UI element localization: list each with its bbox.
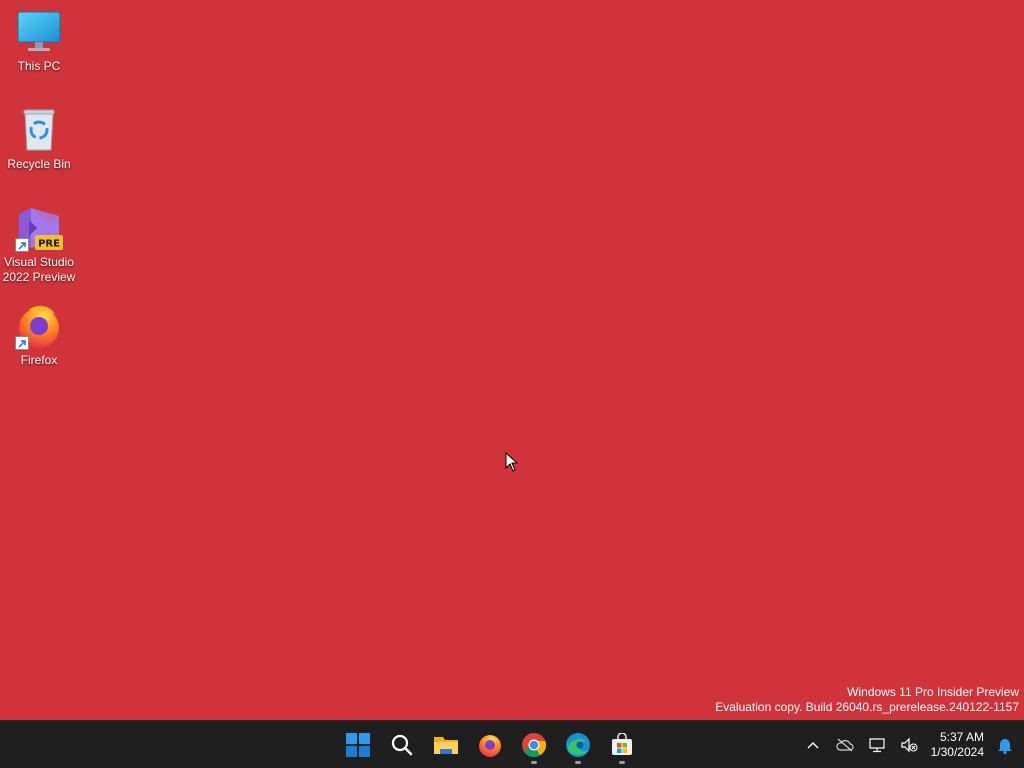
network-button[interactable] xyxy=(861,725,893,765)
chrome-taskbar-button[interactable] xyxy=(514,725,554,765)
start-button[interactable] xyxy=(338,725,378,765)
desktop[interactable]: This PC Recycle Bin PRE Visual Studio 20… xyxy=(0,0,1024,720)
taskbar-apps xyxy=(336,721,644,768)
system-tray: 5:37 AM 1/30/2024 xyxy=(797,721,1024,768)
search-button[interactable] xyxy=(382,725,422,765)
notifications-button[interactable] xyxy=(992,725,1018,765)
recycle-bin-icon xyxy=(15,106,63,154)
volume-button[interactable] xyxy=(893,725,925,765)
folder-icon xyxy=(434,737,458,754)
running-indicator xyxy=(575,761,581,764)
running-indicator xyxy=(619,761,625,764)
store-taskbar-button[interactable] xyxy=(602,725,642,765)
volume-muted-icon xyxy=(901,737,918,753)
shortcut-arrow-icon xyxy=(15,336,29,350)
shortcut-arrow-icon xyxy=(15,238,29,252)
chevron-up-icon xyxy=(807,742,819,749)
running-indicator xyxy=(531,761,537,764)
monitor-icon xyxy=(15,8,63,56)
watermark-line-2: Evaluation copy. Build 26040.rs_prerelea… xyxy=(715,700,1019,714)
taskbar: 5:37 AM 1/30/2024 xyxy=(0,720,1024,768)
file-explorer-button[interactable] xyxy=(426,725,466,765)
network-icon xyxy=(869,738,885,753)
desktop-icon-firefox[interactable]: Firefox xyxy=(0,302,78,368)
desktop-icon-recycle-bin[interactable]: Recycle Bin xyxy=(0,106,78,172)
bell-icon xyxy=(998,739,1012,754)
firefox-icon xyxy=(479,735,501,757)
chrome-icon xyxy=(522,733,547,758)
firefox-icon xyxy=(15,302,63,350)
onedrive-cloud-icon xyxy=(836,738,854,752)
edge-taskbar-button[interactable] xyxy=(558,725,598,765)
evaluation-watermark: Windows 11 Pro Insider Preview Evaluatio… xyxy=(715,685,1019,715)
mouse-pointer-icon xyxy=(505,451,519,477)
firefox-taskbar-button[interactable] xyxy=(470,725,510,765)
desktop-icon-label: Visual Studio 2022 Preview xyxy=(2,255,76,284)
store-icon xyxy=(612,733,632,755)
show-hidden-icons-button[interactable] xyxy=(797,725,829,765)
clock[interactable]: 5:37 AM 1/30/2024 xyxy=(925,730,992,760)
desktop-icon-visual-studio-preview[interactable]: PRE Visual Studio 2022 Preview xyxy=(0,204,78,285)
pre-badge: PRE xyxy=(38,239,60,250)
onedrive-button[interactable] xyxy=(829,725,861,765)
desktop-icon-label: This PC xyxy=(17,59,61,73)
visual-studio-preview-icon: PRE xyxy=(15,204,63,252)
clock-time: 5:37 AM xyxy=(939,730,984,744)
desktop-icon-label: Recycle Bin xyxy=(7,157,71,171)
search-icon xyxy=(391,734,413,756)
desktop-icon-label: Firefox xyxy=(20,353,58,367)
desktop-icon-this-pc[interactable]: This PC xyxy=(0,8,78,74)
windows-start-icon xyxy=(346,733,370,757)
clock-date: 1/30/2024 xyxy=(930,745,984,759)
watermark-line-1: Windows 11 Pro Insider Preview xyxy=(847,685,1019,699)
edge-icon xyxy=(566,733,590,757)
